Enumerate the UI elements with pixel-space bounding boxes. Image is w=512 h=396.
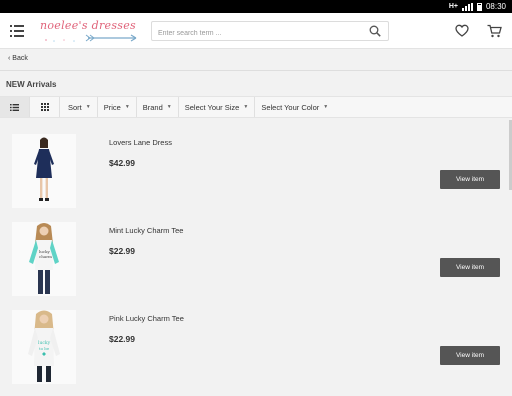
search-field — [151, 21, 389, 43]
product-image[interactable]: lucky to be — [12, 310, 76, 384]
back-bar: ‹ Back — [0, 49, 512, 71]
chevron-down-icon: ▼ — [85, 104, 91, 110]
chevron-down-icon: ▼ — [323, 104, 329, 110]
product-item[interactable]: lucky to be Pink Lucky Charm Tee $22.99 … — [6, 306, 506, 390]
color-dropdown[interactable]: Select Your Color ▼ — [255, 97, 334, 117]
cart-icon[interactable] — [487, 24, 502, 38]
svg-text:to be: to be — [39, 346, 50, 351]
brand-label: Brand — [142, 102, 163, 112]
sort-label: Sort — [68, 102, 82, 112]
grid-view-button[interactable] — [30, 97, 60, 117]
page-title: NEW Arrivals — [6, 80, 57, 89]
signal-icon — [461, 2, 473, 11]
site-logo[interactable]: noelee's dresses — [38, 17, 142, 45]
chevron-left-icon: ‹ — [8, 55, 11, 62]
status-bar: H+ 08:30 — [0, 0, 512, 13]
back-button[interactable]: ‹ Back — [8, 55, 28, 62]
menu-icon[interactable] — [10, 24, 24, 37]
search-input[interactable] — [152, 24, 352, 43]
tee-photo-icon: lucky to be — [12, 310, 76, 384]
product-name[interactable]: Pink Lucky Charm Tee — [109, 314, 184, 323]
list-view-icon — [10, 103, 19, 111]
brand-dropdown[interactable]: Brand ▼ — [137, 97, 179, 117]
price-dropdown[interactable]: Price ▼ — [98, 97, 137, 117]
product-list: Lovers Lane Dress $42.99 View item lucky… — [6, 128, 506, 396]
chevron-down-icon: ▼ — [166, 104, 172, 110]
product-item[interactable]: lucky charm Mint Lucky Charm Tee $22.99 … — [6, 218, 506, 302]
network-type: H+ — [448, 3, 458, 10]
tee-photo-icon: lucky charm — [12, 222, 76, 296]
battery-icon — [476, 2, 482, 11]
chevron-down-icon: ▼ — [124, 104, 130, 110]
color-label: Select Your Color — [261, 102, 320, 112]
chevron-down-icon: ▼ — [243, 104, 249, 110]
product-price: $42.99 — [109, 158, 135, 168]
product-item[interactable]: Lovers Lane Dress $42.99 View item — [6, 130, 506, 214]
dress-photo-icon — [12, 134, 76, 208]
view-item-button[interactable]: View item — [440, 346, 500, 365]
clock: 08:30 — [485, 2, 506, 11]
filter-toolbar: Sort ▼ Price ▼ Brand ▼ Select Your Size ▼ Se… — [0, 96, 512, 118]
svg-text:charm: charm — [39, 254, 52, 259]
size-label: Select Your Size — [184, 102, 240, 112]
product-price: $22.99 — [109, 246, 135, 256]
product-image[interactable] — [12, 134, 76, 208]
search-icon[interactable] — [369, 25, 381, 37]
size-dropdown[interactable]: Select Your Size ▼ — [179, 97, 256, 117]
view-item-button[interactable]: View item — [440, 258, 500, 277]
sort-dropdown[interactable]: Sort ▼ — [60, 97, 98, 117]
view-item-button[interactable]: View item — [440, 170, 500, 189]
product-price: $22.99 — [109, 334, 135, 344]
product-image[interactable]: lucky charm — [12, 222, 76, 296]
logo-arrow-icon — [45, 34, 137, 42]
price-label: Price — [103, 102, 121, 112]
back-label: Back — [12, 55, 28, 62]
grid-view-icon — [40, 103, 49, 111]
wishlist-heart-icon[interactable] — [455, 24, 469, 38]
product-name[interactable]: Lovers Lane Dress — [109, 138, 172, 147]
list-view-button[interactable] — [0, 97, 30, 117]
product-name[interactable]: Mint Lucky Charm Tee — [109, 226, 183, 235]
header: noelee's dresses — [0, 13, 512, 49]
